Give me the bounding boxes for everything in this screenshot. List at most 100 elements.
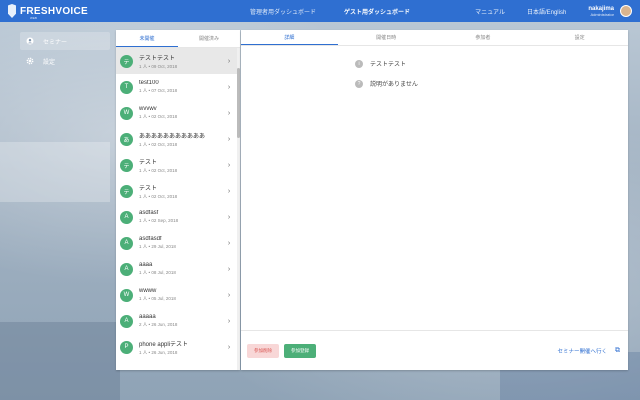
sidebar-item-label: 設定 — [43, 59, 56, 66]
tab-past[interactable]: 開催済み — [178, 30, 240, 47]
detail-tabs: 詳細 開催日時 参加者 設定 — [241, 30, 628, 46]
chevron-right-icon: › — [227, 213, 231, 221]
chevron-right-icon: › — [227, 343, 231, 351]
seminar-name: wvvwv — [139, 106, 157, 112]
seminar-initial-avatar: W — [120, 106, 133, 120]
list-item[interactable]: ああああああああああああ 1 人 • 02 Oct, 2018 › — [116, 126, 240, 152]
list-scrollbar[interactable] — [237, 48, 240, 370]
seminar-name: test100 — [139, 80, 159, 86]
manual-link[interactable]: マニュアル — [475, 7, 505, 16]
list-item-text: wvvwv 1 人 • 02 Oct, 2018 — [139, 106, 224, 120]
chevron-right-icon: › — [227, 109, 231, 117]
scroll-thumb[interactable] — [237, 68, 240, 138]
seminar-initial-avatar: テ — [120, 184, 133, 198]
seminar-title: テストテスト — [370, 62, 407, 68]
seminar-meta: 1 人 • 05 Jul, 2018 — [139, 296, 176, 301]
sidebar-item-settings[interactable]: 設定 — [20, 52, 110, 70]
list-item-text: asdfasdf 1 人 • 29 Jul, 2018 — [139, 236, 224, 250]
seminar-initial-avatar: T — [120, 80, 133, 94]
list-item[interactable]: Aaaaa 1 人 • 08 Jul, 2018 › — [116, 256, 240, 282]
seminar-description: 説明がありません — [370, 82, 418, 88]
help-icon: ? — [355, 79, 363, 88]
list-item-text: テストテスト 1 人 • 09 Oct, 2018 — [139, 53, 224, 70]
logo[interactable]: FRESHVOICE WEB — [8, 4, 88, 20]
seminar-name: phone appliテスト — [139, 341, 189, 348]
seminar-title-row: i テストテスト — [355, 59, 406, 68]
list-item[interactable]: Aasdfasdf 1 人 • 29 Jul, 2018 › — [116, 230, 240, 256]
user-info[interactable]: nakajima Administrator — [588, 6, 614, 17]
sidebar-item-label: セミナー — [43, 39, 68, 46]
seminar-meta: 1 人 • 09 Oct, 2018 — [139, 63, 178, 69]
user-role: Administrator — [590, 11, 614, 17]
seminar-initial-avatar: P — [120, 340, 133, 354]
seminar-name: あああああああああああ — [139, 133, 206, 140]
seminar-icon — [26, 37, 34, 45]
list-item[interactable]: テテスト 1 人 • 02 Oct, 2018 › — [116, 152, 240, 178]
seminar-meta: 1 人 • 02 Oct, 2018 — [139, 141, 178, 147]
detail-footer: 参加削除 参加登録 セミナー開催へ行く ⧉ — [241, 330, 628, 370]
chevron-right-icon: › — [227, 161, 231, 169]
list-item-text: aaaa 1 人 • 08 Jul, 2018 — [139, 262, 224, 276]
list-item[interactable]: テテスト 1 人 • 02 Oct, 2018 › — [116, 178, 240, 204]
seminar-initial-avatar: A — [120, 262, 133, 276]
list-item-text: テスト 1 人 • 02 Oct, 2018 — [139, 183, 224, 200]
seminar-initial-avatar: A — [120, 236, 133, 250]
list-item[interactable]: テテストテスト 1 人 • 09 Oct, 2018 › — [116, 48, 240, 74]
chevron-right-icon: › — [227, 239, 231, 247]
seminar-list: テテストテスト 1 人 • 09 Oct, 2018 › Ttest100 1 人 • … — [116, 48, 240, 360]
list-item[interactable]: Aasdfasf 1 人 • 02 Sep, 2018 › — [116, 204, 240, 230]
seminar-name: テストテスト — [139, 55, 176, 62]
top-bar: FRESHVOICE WEB 管理者用ダッシュボード ゲスト用ダッシュボード マ… — [0, 0, 640, 22]
list-item-text: aaaaa 2 人 • 26 Jun, 2018 — [139, 314, 224, 328]
nav-guest-dashboard[interactable]: ゲスト用ダッシュボード — [344, 7, 410, 16]
seminar-name: asdfasf — [139, 210, 159, 216]
list-item[interactable]: Wwvvwv 1 人 • 02 Oct, 2018 › — [116, 100, 240, 126]
tab-upcoming[interactable]: 未開催 — [116, 30, 178, 47]
list-item-text: あああああああああああ 1 人 • 02 Oct, 2018 — [139, 131, 224, 148]
tab-participants[interactable]: 参加者 — [435, 30, 532, 45]
seminar-initial-avatar: テ — [120, 54, 133, 68]
chevron-right-icon: › — [227, 135, 231, 143]
list-tabs: 未開催 開催済み — [116, 30, 240, 48]
logo-mark-icon — [8, 4, 16, 18]
tab-settings[interactable]: 設定 — [531, 30, 628, 45]
seminar-initial-avatar: テ — [120, 158, 133, 172]
list-item-text: phone appliテスト 1 人 • 26 Jun, 2018 — [139, 339, 224, 356]
logo-sub: WEB — [30, 16, 37, 20]
seminar-initial-avatar: W — [120, 288, 133, 302]
nav-admin-dashboard[interactable]: 管理者用ダッシュボード — [250, 7, 316, 16]
go-to-seminar-link[interactable]: セミナー開催へ行く ⧉ — [557, 347, 620, 355]
list-item[interactable]: Pphone appliテスト 1 人 • 26 Jun, 2018 › — [116, 334, 240, 360]
tab-schedule[interactable]: 開催日時 — [338, 30, 435, 45]
chevron-right-icon: › — [227, 57, 231, 65]
seminar-name: wwww — [139, 288, 157, 294]
seminar-meta: 1 人 • 26 Jun, 2018 — [139, 349, 178, 355]
list-item-text: asdfasf 1 人 • 02 Sep, 2018 — [139, 210, 224, 224]
seminar-meta: 1 人 • 02 Oct, 2018 — [139, 114, 178, 119]
register-participation-button[interactable]: 参加登録 — [284, 343, 316, 358]
seminar-meta: 1 人 • 02 Oct, 2018 — [139, 193, 178, 199]
list-item[interactable]: Aaaaaa 2 人 • 26 Jun, 2018 › — [116, 308, 240, 334]
sidebar-item-seminar[interactable]: セミナー — [20, 32, 110, 50]
seminar-name: asdfasdf — [139, 236, 162, 242]
seminar-description-row: ? 説明がありません — [355, 79, 418, 88]
list-item-text: wwww 1 人 • 05 Jul, 2018 — [139, 288, 224, 302]
list-item-text: テスト 1 人 • 02 Oct, 2018 — [139, 157, 224, 174]
gear-icon — [26, 57, 34, 65]
top-right: マニュアル 日本語/English nakajima Administrator — [475, 0, 632, 22]
chevron-right-icon: › — [227, 187, 231, 195]
seminar-initial-avatar: あ — [120, 132, 133, 146]
tab-details[interactable]: 詳細 — [241, 30, 338, 45]
seminar-name: aaaaa — [139, 314, 156, 320]
list-item[interactable]: Ttest100 1 人 • 07 Oct, 2018 › — [116, 74, 240, 100]
go-to-seminar-label: セミナー開催へ行く — [557, 348, 607, 355]
list-item[interactable]: Wwwww 1 人 • 05 Jul, 2018 › — [116, 282, 240, 308]
delete-participation-button[interactable]: 参加削除 — [247, 343, 279, 358]
seminar-list-panel: 未開催 開催済み テテストテスト 1 人 • 09 Oct, 2018 › Ttest… — [116, 30, 240, 370]
seminar-initial-avatar: A — [120, 210, 133, 224]
seminar-meta: 1 人 • 29 Jul, 2018 — [139, 244, 176, 249]
seminar-meta: 1 人 • 02 Sep, 2018 — [139, 218, 179, 223]
language-switch[interactable]: 日本語/English — [527, 7, 566, 16]
avatar[interactable] — [620, 5, 632, 17]
seminar-name: テスト — [139, 185, 158, 192]
